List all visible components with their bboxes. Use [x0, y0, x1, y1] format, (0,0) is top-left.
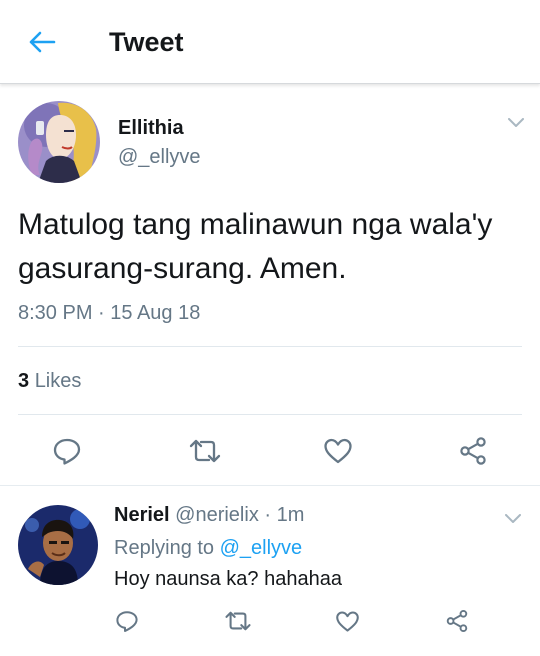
chevron-down-icon	[508, 118, 524, 127]
avatar[interactable]	[18, 101, 100, 183]
retweet-icon	[189, 439, 221, 463]
tweet-options-button[interactable]	[505, 112, 527, 134]
arrow-left-icon	[29, 31, 56, 53]
back-button[interactable]	[22, 26, 62, 58]
reply-button[interactable]	[50, 435, 84, 467]
reply-icon	[53, 438, 81, 465]
reply-time: 1m	[276, 504, 305, 526]
page-title: Tweet	[109, 27, 184, 57]
divider	[18, 414, 522, 415]
reply-icon	[116, 611, 138, 632]
reply-author-name[interactable]: Neriel	[114, 504, 170, 526]
avatar-photo	[18, 505, 98, 585]
share-button[interactable]	[455, 435, 491, 467]
reply-button[interactable]	[113, 607, 141, 635]
share-icon	[446, 609, 468, 633]
likes-label: Likes	[34, 370, 82, 392]
avatar-illustration	[18, 101, 100, 183]
replying-label: Replying to	[114, 537, 215, 559]
reply-separator: ·	[264, 504, 272, 526]
share-icon	[460, 437, 486, 465]
retweet-button[interactable]	[222, 607, 254, 635]
top-bar: Tweet	[0, 0, 540, 84]
reply-header: Neriel @nerielix · 1m	[114, 504, 304, 527]
heart-icon	[324, 438, 352, 464]
author-name[interactable]: Ellithia	[118, 117, 184, 140]
chevron-down-icon	[505, 514, 521, 523]
avatar[interactable]	[18, 505, 98, 585]
retweet-icon	[225, 611, 251, 631]
reply-text: Hoy naunsa ka? hahahaa	[114, 568, 342, 590]
heart-icon	[335, 610, 359, 632]
tweet-timestamp: 8:30 PM · 15 Aug 18	[18, 302, 201, 324]
tweet-text: Matulog tang malinawun nga wala'y gasura…	[18, 208, 493, 285]
likes-number: 3	[18, 370, 30, 392]
author-handle[interactable]: @_ellyve	[118, 146, 201, 169]
like-button[interactable]	[320, 435, 356, 467]
replying-to: Replying to @_ellyve	[114, 537, 302, 560]
mention-link[interactable]: @_ellyve	[220, 537, 303, 559]
retweet-button[interactable]	[185, 435, 225, 467]
divider	[18, 346, 522, 347]
reply-options-button[interactable]	[502, 508, 524, 530]
reply-author-handle[interactable]: @nerielix	[175, 504, 259, 526]
like-button[interactable]	[333, 607, 361, 635]
share-button[interactable]	[443, 607, 471, 635]
likes-count[interactable]: 3 Likes	[18, 370, 81, 393]
